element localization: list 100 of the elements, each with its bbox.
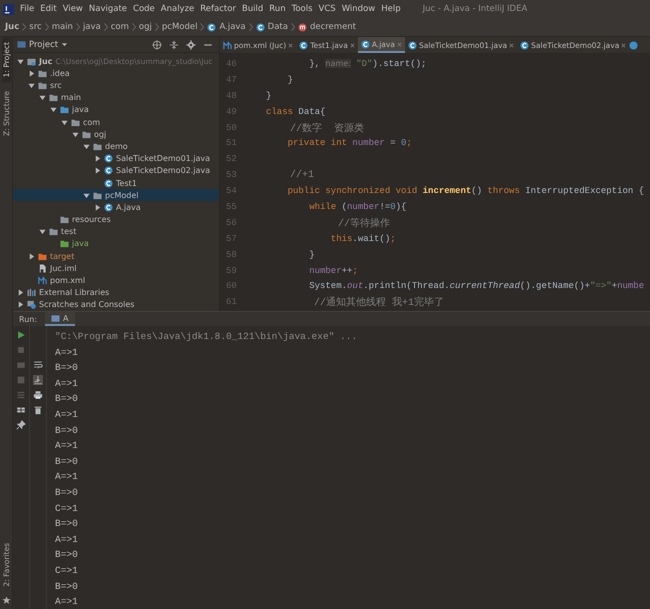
tree-label: com xyxy=(83,118,100,127)
line-number: 46 xyxy=(225,58,238,69)
tree-item[interactable]: main xyxy=(13,92,219,104)
menu-item[interactable]: Refactor xyxy=(200,4,236,14)
menu-item[interactable]: Tools xyxy=(292,4,313,14)
run-icon[interactable] xyxy=(16,330,26,340)
tree-item[interactable]: Juc.iml xyxy=(13,262,219,274)
code-line: while (number!=0){ xyxy=(308,202,406,212)
output-line: A=>1 xyxy=(55,470,79,484)
menu-item[interactable]: Help xyxy=(381,4,401,14)
soft-wrap-icon[interactable] xyxy=(33,360,43,370)
breadcrumb-item[interactable]: com xyxy=(110,22,129,32)
output-line: B=>0 xyxy=(55,580,79,594)
tree-item[interactable]: .idea xyxy=(13,67,219,80)
close-icon[interactable] xyxy=(350,42,355,48)
layout-icon[interactable] xyxy=(16,405,26,415)
code-line: }, name: "D").start(); xyxy=(308,58,426,69)
tree-item[interactable]: ogj xyxy=(13,128,219,140)
run-tab[interactable]: A xyxy=(45,312,75,326)
tree-label: src xyxy=(50,81,62,90)
breadcrumb-item[interactable]: src xyxy=(29,22,42,32)
tree-label: Juc xyxy=(39,56,52,66)
tree-item[interactable]: External Libraries xyxy=(13,286,219,299)
close-icon[interactable] xyxy=(621,42,626,48)
trash-icon[interactable] xyxy=(33,405,43,415)
tree-item[interactable]: SaleTicketDemo02.java xyxy=(13,164,219,177)
tree-item[interactable]: java xyxy=(13,104,219,116)
breadcrumb-item[interactable]: pcModel xyxy=(162,22,198,32)
collapse-arrow-icon[interactable] xyxy=(28,70,35,77)
breadcrumb-item[interactable]: main xyxy=(52,22,73,32)
dropdown-caret-icon[interactable] xyxy=(61,41,68,48)
tree-item[interactable]: A.java xyxy=(13,201,219,214)
tree-label: Scratches and Consoles xyxy=(39,300,134,310)
menu-item[interactable]: Edit xyxy=(40,4,57,14)
folder-icon xyxy=(93,190,102,200)
menu-item[interactable]: Code xyxy=(133,4,155,14)
breadcrumb-item[interactable]: java xyxy=(82,22,101,32)
print-icon[interactable] xyxy=(33,390,43,400)
tree-item[interactable]: target xyxy=(13,250,219,262)
breadcrumb-item[interactable]: A.java xyxy=(219,22,246,32)
breadcrumb-item[interactable]: Juc xyxy=(5,22,20,32)
menu-item[interactable]: Run xyxy=(269,4,286,14)
output-line: B=>0 xyxy=(55,392,79,406)
menu-item[interactable]: File xyxy=(20,4,34,14)
line-number: 49 xyxy=(225,106,238,117)
method-icon xyxy=(298,22,307,32)
expand-arrow-icon[interactable] xyxy=(39,228,46,236)
tree-item[interactable]: resources xyxy=(13,214,219,226)
pin-icon[interactable] xyxy=(16,420,26,430)
tree-item[interactable]: pcModel xyxy=(13,189,219,202)
tree-item[interactable]: SaleTicketDemo01.java xyxy=(13,152,219,165)
panel-title-dropdown[interactable]: Project xyxy=(29,40,58,50)
separator-chevron-icon xyxy=(22,22,26,32)
tree-item[interactable]: Scratches and Consoles xyxy=(13,298,219,311)
menu-item[interactable]: Analyze xyxy=(160,4,194,14)
tree-label: java xyxy=(72,239,89,248)
menu-item[interactable]: Navigate xyxy=(88,4,128,14)
close-icon[interactable] xyxy=(509,42,514,48)
maven-icon xyxy=(38,276,47,286)
collapse-arrow-icon[interactable] xyxy=(94,204,101,211)
tree-label: test xyxy=(61,227,76,236)
output-line: B=>0 xyxy=(55,548,79,562)
expand-arrow-icon[interactable] xyxy=(17,58,24,65)
tree-label: main xyxy=(61,93,81,102)
collapse-arrow-icon[interactable] xyxy=(28,252,35,260)
menu-item[interactable]: View xyxy=(62,4,83,14)
menu-item[interactable]: Window xyxy=(342,4,376,14)
separator-chevron-icon xyxy=(132,22,136,32)
expand-arrow-icon[interactable] xyxy=(83,192,90,199)
code-line: } xyxy=(286,74,294,85)
code-line: //数字 资源类 xyxy=(289,122,364,134)
breadcrumb-item[interactable]: decrement xyxy=(310,22,356,32)
tree-item[interactable]: java xyxy=(13,238,219,250)
menu-item[interactable]: Build xyxy=(242,4,264,14)
breadcrumb-item[interactable]: ogj xyxy=(138,22,152,32)
breadcrumb-item[interactable]: Data xyxy=(268,22,288,32)
tree-item[interactable]: src xyxy=(13,79,219,92)
line-number: 54 xyxy=(225,186,238,196)
output-line: A=>1 xyxy=(55,439,79,454)
tree-item[interactable]: com xyxy=(13,116,219,128)
tree-item[interactable]: test xyxy=(13,226,219,238)
output-line: B=>0 xyxy=(55,454,79,469)
close-icon[interactable] xyxy=(288,42,294,48)
output-line: A=>1 xyxy=(55,346,79,360)
run-label: Run: xyxy=(19,314,38,324)
tree-item[interactable]: pom.xml xyxy=(13,274,219,287)
collapse-all-icon[interactable] xyxy=(169,40,179,50)
tree-label: pom.xml xyxy=(50,276,86,286)
settings-icon[interactable] xyxy=(186,40,196,50)
tree-item[interactable]: Test1 xyxy=(13,176,219,190)
line-number: 61 xyxy=(225,297,238,308)
tree-label: .idea xyxy=(50,68,70,78)
line-number: 48 xyxy=(225,90,238,101)
menu-item[interactable]: VCS xyxy=(318,4,336,14)
tree-item[interactable]: demo xyxy=(13,140,219,153)
scroll-to-end-icon[interactable] xyxy=(33,375,43,385)
module-icon xyxy=(27,56,36,66)
line-number: 47 xyxy=(225,74,238,85)
line-number: 58 xyxy=(225,250,238,260)
target-icon[interactable] xyxy=(152,40,162,50)
